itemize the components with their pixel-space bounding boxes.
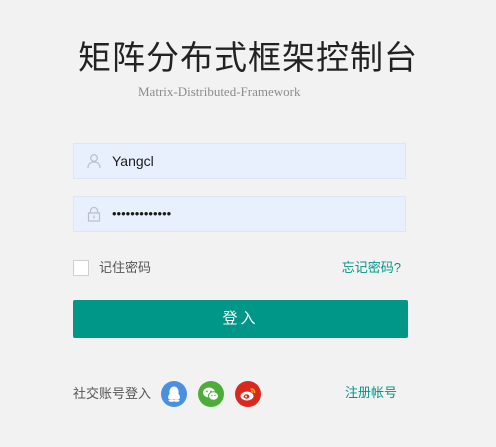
user-icon [86,153,102,169]
wechat-icon[interactable] [198,381,225,407]
page-title: 矩阵分布式框架控制台 [78,38,418,77]
qq-icon[interactable] [161,381,188,407]
login-button[interactable]: 登入 [73,300,408,338]
lock-icon [86,206,102,222]
username-field[interactable]: Yangcl [73,143,406,179]
page-subtitle: Matrix-Distributed-Framework [0,84,480,100]
remember-checkbox[interactable] [73,260,89,276]
weibo-icon[interactable] [235,381,262,407]
remember-password[interactable]: 记住密码 [73,258,151,278]
register-link[interactable]: 注册帐号 [345,383,397,403]
username-value: Yangcl [112,153,154,169]
password-value: ••••••••••••• [112,206,172,221]
social-login-label: 社交账号登入 [73,386,152,401]
social-login: 社交账号登入 [73,380,272,408]
remember-label: 记住密码 [99,260,152,275]
password-field[interactable]: ••••••••••••• [73,196,406,232]
login-page: 矩阵分布式框架控制台 Matrix-Distributed-Framework … [0,0,496,447]
forgot-password-link[interactable]: 忘记密码? [342,258,401,278]
page-subtitle-text: Matrix-Distributed-Framework [138,84,301,99]
